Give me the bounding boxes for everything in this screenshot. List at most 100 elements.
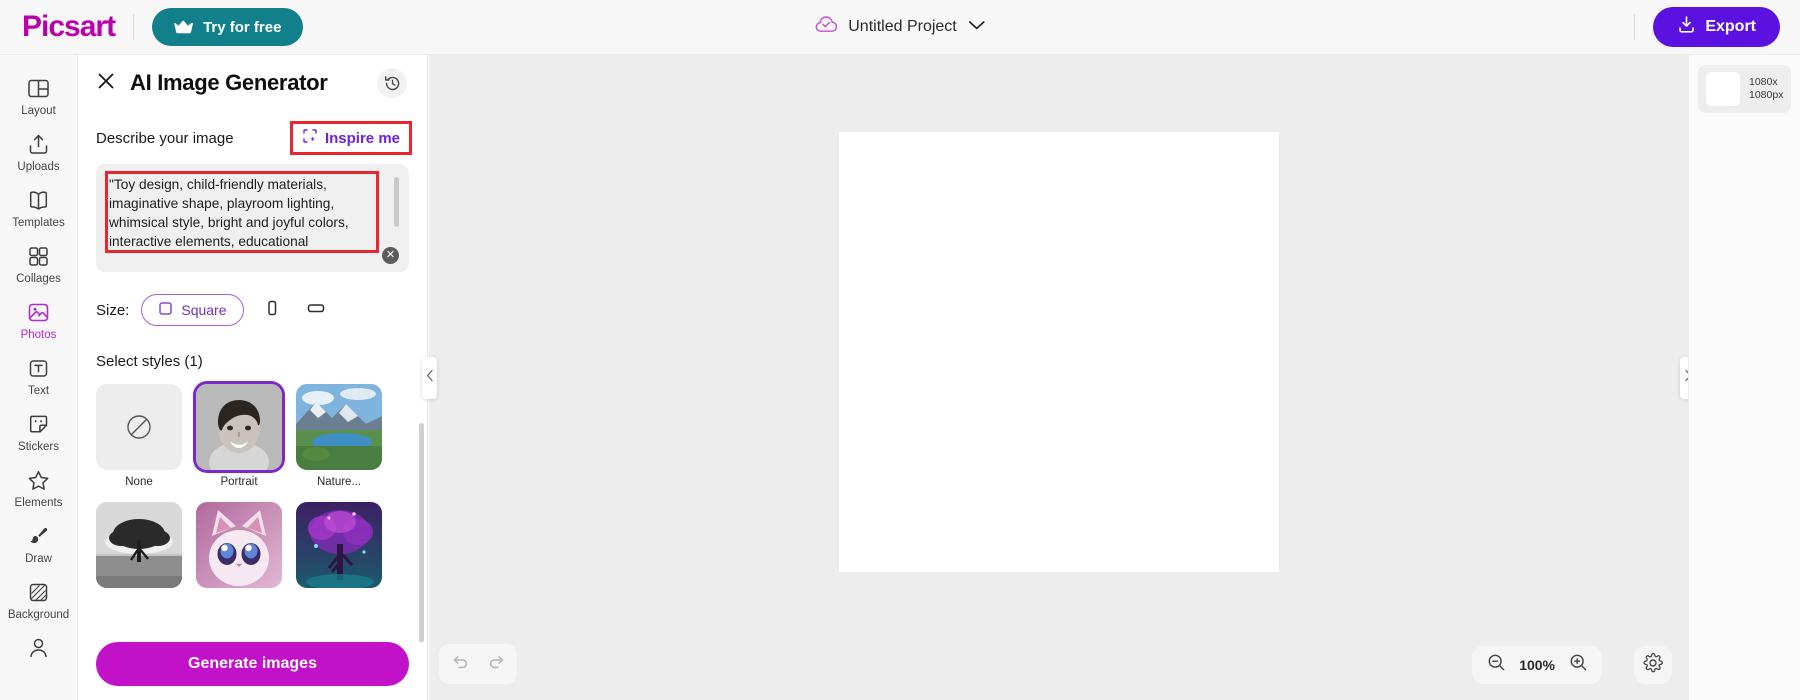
ai-image-generator-panel: AI Image Generator Describe your image I… [78,55,428,700]
size-label: Size: [96,301,130,319]
top-bar: Picsart Try for free Untitled Project Ex… [0,0,1800,55]
upload-icon [26,132,51,157]
layout-icon [26,76,51,101]
background-icon [26,580,51,605]
sidebar-item-elements[interactable]: Elements [4,461,74,515]
size-option-portrait[interactable] [256,294,288,326]
inspire-sparkle-icon [302,128,318,148]
nature-mountain-lake-photo [296,384,382,470]
landscape-icon [306,299,326,322]
picsart-logo[interactable]: Picsart [22,10,116,44]
settings-button[interactable] [1638,650,1668,680]
style-option-pink-cat[interactable] [196,502,282,594]
sidebar-item-person[interactable] [4,629,74,671]
square-icon [158,301,173,319]
portrait-icon [263,299,281,322]
bw-tree-photo [96,502,182,588]
style-option-bw-tree[interactable] [96,502,182,594]
undo-button[interactable] [445,649,475,679]
close-icon[interactable] [96,71,116,96]
zoom-controls: 100% [1472,646,1602,684]
chevron-down-icon[interactable] [968,18,985,36]
sidebar-item-label: Stickers [18,441,59,453]
sidebar-item-label: Templates [12,217,65,229]
sidebar-item-layout[interactable]: Layout [4,69,74,123]
brush-icon [26,524,51,549]
sidebar-item-label: Background [7,609,70,621]
sidebar-item-collages[interactable]: Collages [4,237,74,291]
top-bar-right: Export [1616,7,1780,47]
layer-thumbnail [1706,72,1740,106]
cloud-check-icon [815,16,838,38]
divider-right [1634,14,1636,40]
export-button[interactable]: Export [1653,7,1780,47]
stickers-icon [26,412,51,437]
artboard[interactable] [838,131,1279,572]
style-name: Nature... [316,476,362,488]
panel-footer: Generate images [78,642,427,700]
download-icon [1677,15,1696,39]
prompt-textarea[interactable]: "Toy design, child-friendly materials, i… [96,164,409,272]
text-icon [26,356,51,381]
zoom-out-button[interactable] [1481,650,1511,680]
collapse-left-panel-button[interactable] [422,356,437,399]
left-toolbar: Layout Uploads Templates Collages Photos [0,55,78,700]
canvas-area[interactable]: 100% [422,55,1695,700]
styles-grid: None Portrait Nature... [96,384,409,594]
style-thumbnail [296,384,382,470]
zoom-in-button[interactable] [1563,650,1593,680]
zoom-in-icon [1569,653,1588,677]
style-option-none[interactable]: None [96,384,182,488]
project-title-area[interactable]: Untitled Project [815,16,985,38]
describe-label: Describe your image [96,129,234,147]
inspire-me-button[interactable]: Inspire me [289,121,413,155]
panel-scrollbar[interactable] [419,423,424,642]
sidebar-item-background[interactable]: Background [4,573,74,627]
sidebar-item-label: Layout [21,105,56,117]
style-thumbnail [196,502,282,588]
history-icon[interactable] [377,68,407,98]
export-label: Export [1705,18,1756,35]
person-icon [26,636,51,661]
sidebar-item-label: Collages [16,273,61,285]
sidebar-item-label: Text [27,385,50,397]
size-row: Size: Square [96,294,409,326]
size-option-label: Square [181,302,227,318]
none-slash-icon [96,384,182,470]
pink-cat-anime-photo [196,502,282,588]
style-thumbnail [296,502,382,588]
layer-item[interactable]: 1080x 1080px [1698,65,1791,113]
collages-icon [26,244,51,269]
canvas-settings-group [1634,646,1672,684]
sidebar-item-text[interactable]: Text [4,349,74,403]
sidebar-item-uploads[interactable]: Uploads [4,125,74,179]
style-option-nature[interactable]: Nature... [296,384,382,488]
layers-panel: 1080x 1080px [1688,55,1800,700]
sidebar-item-draw[interactable]: Draw [4,517,74,571]
try-for-free-button[interactable]: Try for free [152,8,304,46]
sidebar-item-label: Elements [14,497,63,509]
style-name: Portrait [220,476,258,488]
generate-images-button[interactable]: Generate images [96,642,409,686]
style-option-magic-tree[interactable] [296,502,382,594]
style-thumbnail [96,384,182,470]
undo-icon [451,652,470,676]
sidebar-item-photos[interactable]: Photos [4,293,74,347]
gear-icon [1643,652,1663,678]
size-option-landscape[interactable] [300,294,332,326]
describe-row: Describe your image Inspire me [96,121,413,155]
templates-icon [26,188,51,213]
redo-button[interactable] [481,649,511,679]
clear-prompt-button[interactable]: ✕ [382,247,399,264]
portrait-boy-photo [196,384,282,470]
style-name: None [125,476,153,488]
style-option-portrait[interactable]: Portrait [196,384,282,488]
sidebar-item-templates[interactable]: Templates [4,181,74,235]
style-thumbnail [96,502,182,588]
sidebar-item-stickers[interactable]: Stickers [4,405,74,459]
size-option-square[interactable]: Square [141,294,244,326]
redo-icon [487,652,506,676]
picsart-editor: Picsart Try for free Untitled Project Ex… [0,0,1800,700]
prompt-scrollbar[interactable] [394,177,399,227]
layer-dimensions: 1080x 1080px [1749,75,1784,101]
